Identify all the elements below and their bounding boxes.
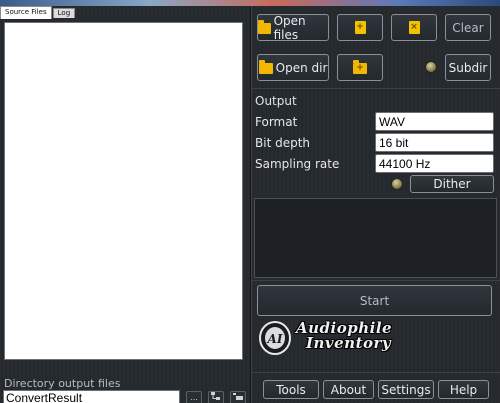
app-window: Source Files Log Directory output files … <box>0 0 500 403</box>
tools-button[interactable]: Tools <box>263 380 319 399</box>
output-section-title: Output <box>255 94 297 108</box>
bit-depth-select[interactable]: 16 bit <box>375 133 494 152</box>
subdir-button[interactable]: Subdir <box>445 54 491 81</box>
clear-button[interactable]: Clear <box>445 14 491 41</box>
start-label: Start <box>359 293 390 308</box>
logo-badge-icon: AI <box>259 321 291 355</box>
panel-divider <box>250 6 252 403</box>
open-dir-label: Open dir <box>275 60 328 75</box>
tree-view-button[interactable] <box>208 391 224 403</box>
about-label: About <box>330 382 367 397</box>
logo-badge-text: AI <box>267 332 283 346</box>
folder-icon <box>258 60 273 74</box>
open-files-label: Open files <box>273 13 306 42</box>
clear-label: Clear <box>452 20 484 35</box>
settings-label: Settings <box>381 382 431 397</box>
left-panel: Source Files Log Directory output files … <box>0 6 250 403</box>
section-separator <box>252 372 500 373</box>
tab-log[interactable]: Log <box>52 8 76 18</box>
source-file-list[interactable] <box>4 22 243 360</box>
tree-icon <box>211 392 220 400</box>
add-file-icon: + <box>354 21 366 34</box>
folder-view-button[interactable] <box>230 391 246 403</box>
settings-button[interactable]: Settings <box>378 380 434 399</box>
add-folder-icon: + <box>353 60 367 74</box>
dither-indicator-light[interactable] <box>391 178 403 190</box>
tools-label: Tools <box>276 382 306 397</box>
add-folder-button[interactable]: + <box>337 54 383 81</box>
subdir-label: Subdir <box>448 60 488 75</box>
remove-file-icon: × <box>408 21 420 34</box>
tab-bar: Source Files Log <box>0 6 76 19</box>
open-dir-button[interactable]: Open dir <box>257 54 329 81</box>
browse-button[interactable]: ... <box>186 391 202 403</box>
section-separator <box>252 280 500 281</box>
directory-output-label: Directory output files <box>4 377 121 390</box>
subdir-indicator-light[interactable] <box>425 61 437 73</box>
section-separator <box>252 88 500 89</box>
remove-file-button[interactable]: × <box>391 14 437 41</box>
status-panel <box>254 198 497 278</box>
open-files-button[interactable]: Open files <box>257 13 329 42</box>
add-file-button[interactable]: + <box>337 14 383 41</box>
folder-icon <box>258 20 271 34</box>
logo-line-2: Inventory <box>306 334 392 352</box>
audiophile-inventory-logo: AI Audiophile Inventory <box>258 318 458 358</box>
about-button[interactable]: About <box>323 380 374 399</box>
help-label: Help <box>449 382 478 397</box>
sampling-rate-select[interactable]: 44100 Hz <box>375 154 494 173</box>
format-select[interactable]: WAV <box>375 112 494 131</box>
help-button[interactable]: Help <box>438 380 489 399</box>
tab-source-files[interactable]: Source Files <box>0 6 52 19</box>
directory-output-field[interactable]: ConvertResult <box>3 390 180 403</box>
dither-label: Dither <box>433 177 471 191</box>
bit-depth-label: Bit depth <box>255 136 311 150</box>
sampling-rate-label: Sampling rate <box>255 157 340 171</box>
dither-button[interactable]: Dither <box>410 175 494 193</box>
format-label: Format <box>255 115 298 129</box>
logo-wordmark: Audiophile Inventory <box>296 321 392 351</box>
small-folder-icon <box>233 393 243 400</box>
start-button[interactable]: Start <box>257 285 492 316</box>
